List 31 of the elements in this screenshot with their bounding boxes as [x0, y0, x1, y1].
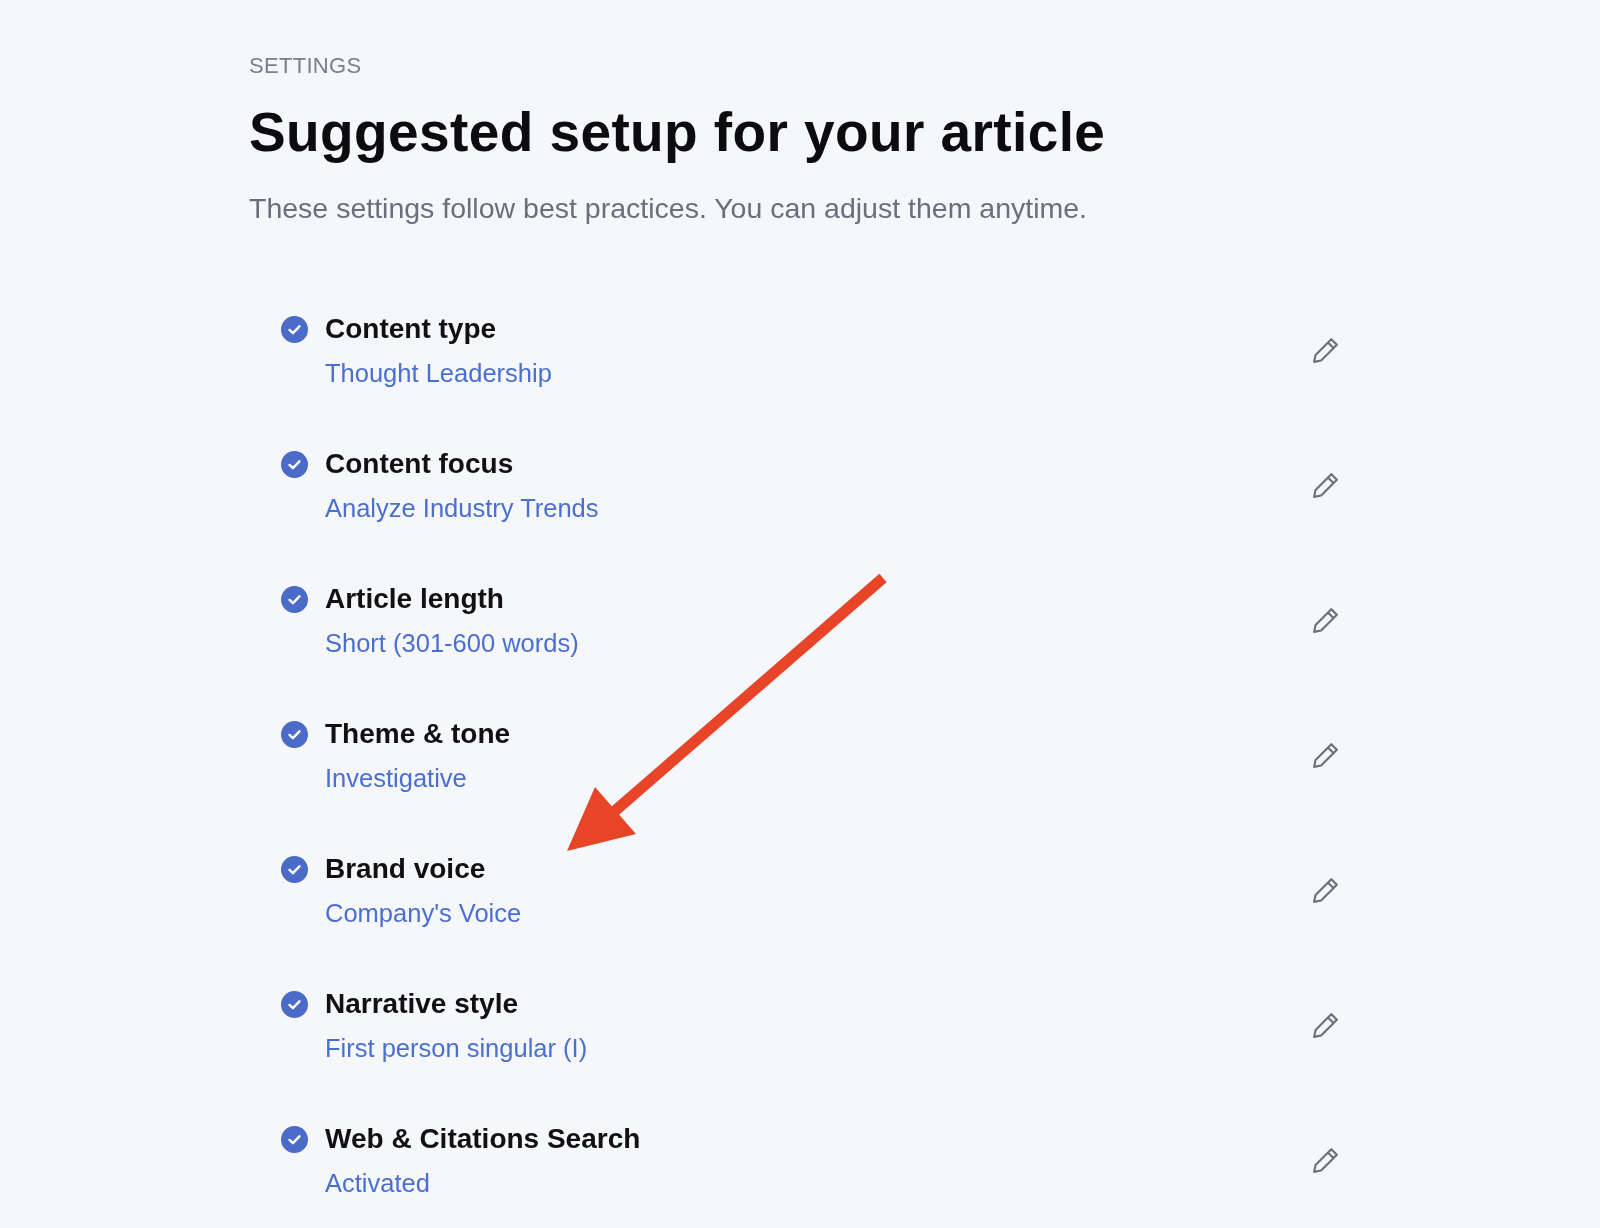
setting-label: Web & Citations Search [325, 1122, 641, 1156]
setting-value: Short (301-600 words) [325, 628, 579, 658]
pencil-icon [1311, 336, 1339, 364]
setting-label: Content type [325, 312, 497, 346]
pencil-icon [1311, 1011, 1339, 1039]
edit-button[interactable] [1310, 1010, 1340, 1040]
setting-label: Article length [325, 582, 504, 616]
setting-value: First person singular (I) [325, 1033, 588, 1063]
section-label: SETTINGS [249, 53, 362, 79]
pencil-icon [1311, 1146, 1339, 1174]
pencil-icon [1311, 606, 1339, 634]
edit-button[interactable] [1310, 335, 1340, 365]
setting-value: Thought Leadership [325, 358, 552, 388]
page-title: Suggested setup for your article [249, 100, 1106, 164]
setting-value: Company's Voice [325, 898, 522, 928]
setting-label: Content focus [325, 447, 514, 481]
edit-button[interactable] [1310, 470, 1340, 500]
setting-value: Analyze Industry Trends [325, 493, 599, 523]
setting-label: Narrative style [325, 987, 518, 1021]
setting-label: Theme & tone [325, 717, 511, 751]
pencil-icon [1311, 876, 1339, 904]
edit-button[interactable] [1310, 1145, 1340, 1175]
edit-button[interactable] [1310, 605, 1340, 635]
setting-value: Activated [325, 1168, 430, 1198]
edit-button[interactable] [1310, 875, 1340, 905]
setting-value: Investigative [325, 763, 467, 793]
page-subtitle: These settings follow best practices. You can adjust them anytime. [249, 191, 1088, 226]
edit-button[interactable] [1310, 740, 1340, 770]
pencil-icon [1311, 741, 1339, 769]
pencil-icon [1311, 471, 1339, 499]
setting-label: Brand voice [325, 852, 486, 886]
